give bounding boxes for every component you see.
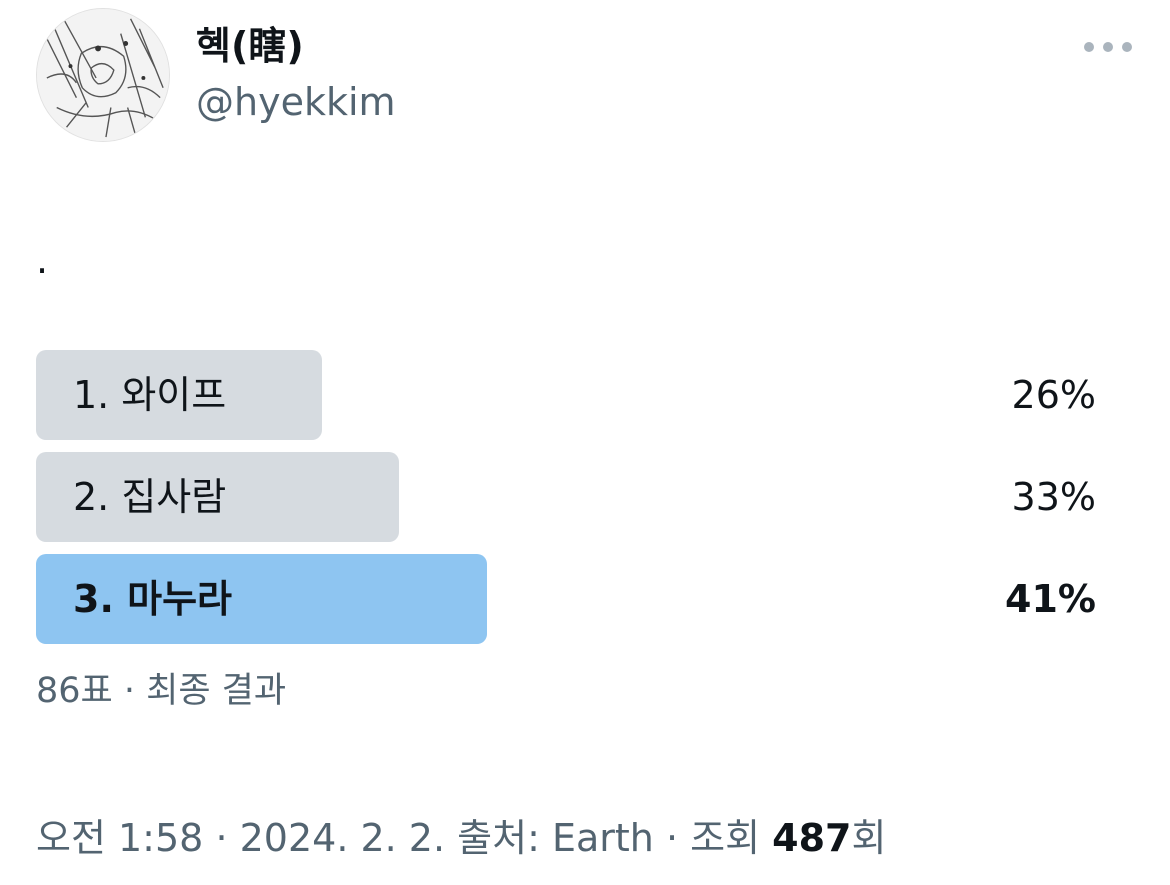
separator: · bbox=[665, 816, 691, 860]
tweet-date[interactable]: 2024. 2. 2. bbox=[240, 816, 445, 860]
tweet-text: . bbox=[36, 238, 49, 282]
separator: · bbox=[215, 816, 240, 860]
poll-option-label: 3. 마누라 bbox=[73, 577, 232, 621]
display-name[interactable]: 혝(瞎) bbox=[196, 22, 304, 70]
more-dots-icon[interactable] bbox=[1084, 36, 1132, 58]
poll-option-label: 1. 와이프 bbox=[73, 373, 227, 417]
poll-option-percent: 26% bbox=[1011, 373, 1096, 417]
poll-option-2: 2. 집사람 33% bbox=[36, 452, 1100, 542]
avatar[interactable] bbox=[36, 8, 170, 142]
tweet-source: 출처: Earth bbox=[457, 816, 654, 860]
user-handle[interactable]: @hyekkim bbox=[196, 78, 396, 126]
poll-option-percent: 33% bbox=[1011, 475, 1096, 519]
poll-summary: 86표 · 최종 결과 bbox=[36, 671, 287, 711]
poll: 1. 와이프 26% 2. 집사람 33% 3. 마누라 41% bbox=[36, 350, 1100, 656]
dot bbox=[1084, 42, 1094, 52]
manga-sketch-avatar-icon bbox=[37, 9, 169, 141]
views-count[interactable]: 487 bbox=[772, 816, 851, 860]
views-suffix: 회 bbox=[851, 816, 887, 860]
tweet-time[interactable]: 오전 1:58 bbox=[36, 816, 203, 860]
poll-option-3: 3. 마누라 41% bbox=[36, 554, 1100, 644]
poll-option-label: 2. 집사람 bbox=[73, 475, 227, 519]
dot bbox=[1103, 42, 1113, 52]
poll-option-1: 1. 와이프 26% bbox=[36, 350, 1100, 440]
views-label: 조회 bbox=[690, 816, 761, 860]
dot bbox=[1122, 42, 1132, 52]
poll-option-percent: 41% bbox=[1005, 577, 1096, 621]
tweet-meta: 오전 1:58 · 2024. 2. 2. 출처: Earth · 조회 487… bbox=[36, 812, 886, 864]
